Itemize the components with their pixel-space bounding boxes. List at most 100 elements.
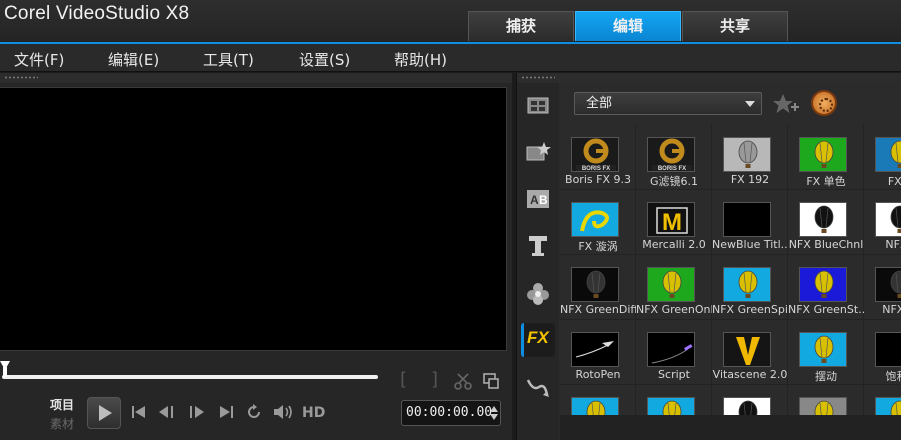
balloon-icon	[799, 397, 847, 415]
player-panel: [ ] 项目 素材 HD 00:00:00.00	[0, 73, 512, 440]
go-to-end-icon[interactable]	[217, 403, 235, 421]
menu-edit[interactable]: 编辑(E)	[108, 49, 159, 70]
tab-capture[interactable]: 捕获	[468, 11, 574, 41]
filter-label: FX 涂	[887, 175, 901, 188]
filter-item[interactable]: FX 漩涡	[560, 190, 636, 255]
repeat-icon[interactable]	[245, 403, 263, 421]
filter-item[interactable]: Vitascene 2.0	[712, 320, 788, 385]
balloon-icon	[799, 202, 847, 237]
timecode-spinner-icon[interactable]	[490, 404, 498, 422]
scissors-icon[interactable]	[454, 372, 472, 390]
balloon-icon	[875, 397, 901, 415]
filter-item[interactable]: FX 单色	[788, 125, 864, 190]
filter-item[interactable]: NFX GreenSt...	[788, 255, 864, 320]
sidebar-instant-project[interactable]	[521, 135, 555, 169]
volume-icon[interactable]	[272, 403, 294, 421]
filter-item[interactable]: 饱和度	[864, 320, 901, 385]
filter-label: FX 单色	[806, 175, 846, 188]
filter-item[interactable]	[712, 385, 788, 415]
library-panel-grip[interactable]	[517, 73, 901, 83]
script-icon	[647, 332, 695, 367]
scrubber-handle-stem[interactable]	[3, 367, 7, 377]
blank-thumbnail-icon	[875, 332, 901, 367]
previous-frame-icon[interactable]	[157, 403, 177, 421]
filter-thumbnail-grid: BORIS FX Boris FX 9.3 BORIS FX G滤镜6.1 FX 192…	[560, 125, 901, 415]
filter-label: NFX BlueChnl	[788, 238, 864, 251]
path-icon	[526, 379, 549, 397]
sidebar-path[interactable]	[521, 371, 555, 405]
filter-item[interactable]: NFX GreenOnly	[636, 255, 712, 320]
filter-item[interactable]: FX 192	[712, 125, 788, 190]
tab-share[interactable]: 共享	[682, 11, 788, 41]
mark-in-button[interactable]: [	[400, 370, 407, 390]
filter-item[interactable]	[636, 385, 712, 415]
tab-edit[interactable]: 编辑	[575, 11, 681, 41]
timecode-field[interactable]: 00:00:00.00	[401, 400, 501, 426]
filter-item[interactable]: NFX GreenDiff	[560, 255, 636, 320]
filter-item[interactable]: BORIS FX Boris FX 9.3	[560, 125, 636, 190]
mode-project[interactable]: 项目	[50, 396, 74, 413]
menu-help[interactable]: 帮助(H)	[394, 49, 447, 70]
filter-item[interactable]: FX 涂	[864, 125, 901, 190]
enlarge-icon[interactable]	[482, 372, 500, 390]
filter-item[interactable]: Script	[636, 320, 712, 385]
filter-item[interactable]: RotoPen	[560, 320, 636, 385]
category-dropdown[interactable]: 全部	[574, 92, 762, 115]
filter-item[interactable]: NFX BlueChnl	[788, 190, 864, 255]
filter-label: NFX GreenSt...	[788, 303, 864, 316]
boris-fx-icon: BORIS FX	[647, 137, 695, 172]
sidebar-media[interactable]	[521, 89, 555, 123]
svg-text:A: A	[530, 193, 539, 207]
menu-settings[interactable]: 设置(S)	[299, 49, 350, 70]
filter-item[interactable]	[864, 385, 901, 415]
player-panel-grip[interactable]	[0, 73, 512, 83]
filter-item[interactable]: NFX GreenSpill	[712, 255, 788, 320]
filter-label: NFX B	[885, 238, 901, 251]
filter-item[interactable]	[788, 385, 864, 415]
menu-file[interactable]: 文件(F)	[14, 49, 64, 70]
filter-icon: FX	[527, 328, 549, 347]
filter-item[interactable]	[560, 385, 636, 415]
balloon-icon	[647, 397, 695, 415]
filter-label: Boris FX 9.3	[565, 173, 631, 186]
next-frame-icon[interactable]	[187, 403, 207, 421]
svg-text:BORIS FX: BORIS FX	[658, 166, 686, 172]
balloon-icon	[647, 267, 695, 302]
mark-out-button[interactable]: ]	[431, 370, 438, 390]
filter-label: 饱和度	[885, 370, 901, 383]
play-icon	[99, 405, 112, 421]
filter-item[interactable]: M Mercalli 2.0	[636, 190, 712, 255]
filter-item[interactable]: NFX Re	[864, 255, 901, 320]
balloon-icon	[875, 137, 901, 172]
filter-item[interactable]: 摆动	[788, 320, 864, 385]
balloon-icon	[571, 267, 619, 302]
filter-item[interactable]: BORIS FX G滤镜6.1	[636, 125, 712, 190]
preview-window	[0, 87, 507, 351]
get-more-content-icon[interactable]	[811, 90, 837, 116]
balloon-icon	[799, 137, 847, 172]
media-icon	[527, 97, 549, 114]
hd-preview-button[interactable]: HD	[302, 405, 325, 421]
add-filter-button[interactable]	[771, 92, 801, 116]
sidebar-filter[interactable]: FX	[521, 323, 555, 357]
balloon-icon	[875, 267, 901, 302]
mode-clip[interactable]: 素材	[50, 415, 74, 432]
app-title: Corel VideoStudio X8	[4, 3, 190, 24]
filter-label: 摆动	[815, 370, 837, 383]
sidebar-graphic[interactable]	[521, 277, 555, 311]
play-button[interactable]	[87, 397, 121, 429]
filter-label: NFX GreenDiff	[560, 303, 636, 316]
balloon-icon	[571, 397, 619, 415]
library-scroll-area[interactable]	[560, 415, 901, 440]
go-to-start-icon[interactable]	[130, 403, 148, 421]
filter-item[interactable]: NewBlue Titl...	[712, 190, 788, 255]
scrubber-track[interactable]	[2, 375, 378, 379]
menu-tools[interactable]: 工具(T)	[203, 49, 254, 70]
filter-item[interactable]: NFX B	[864, 190, 901, 255]
balloon-icon	[723, 397, 771, 415]
filter-label: NFX GreenSpill	[712, 303, 788, 316]
filter-label: Mercalli 2.0	[642, 238, 706, 251]
sidebar-title[interactable]	[521, 229, 555, 263]
instant-project-icon	[526, 142, 551, 161]
sidebar-transition[interactable]: AB	[521, 182, 555, 216]
